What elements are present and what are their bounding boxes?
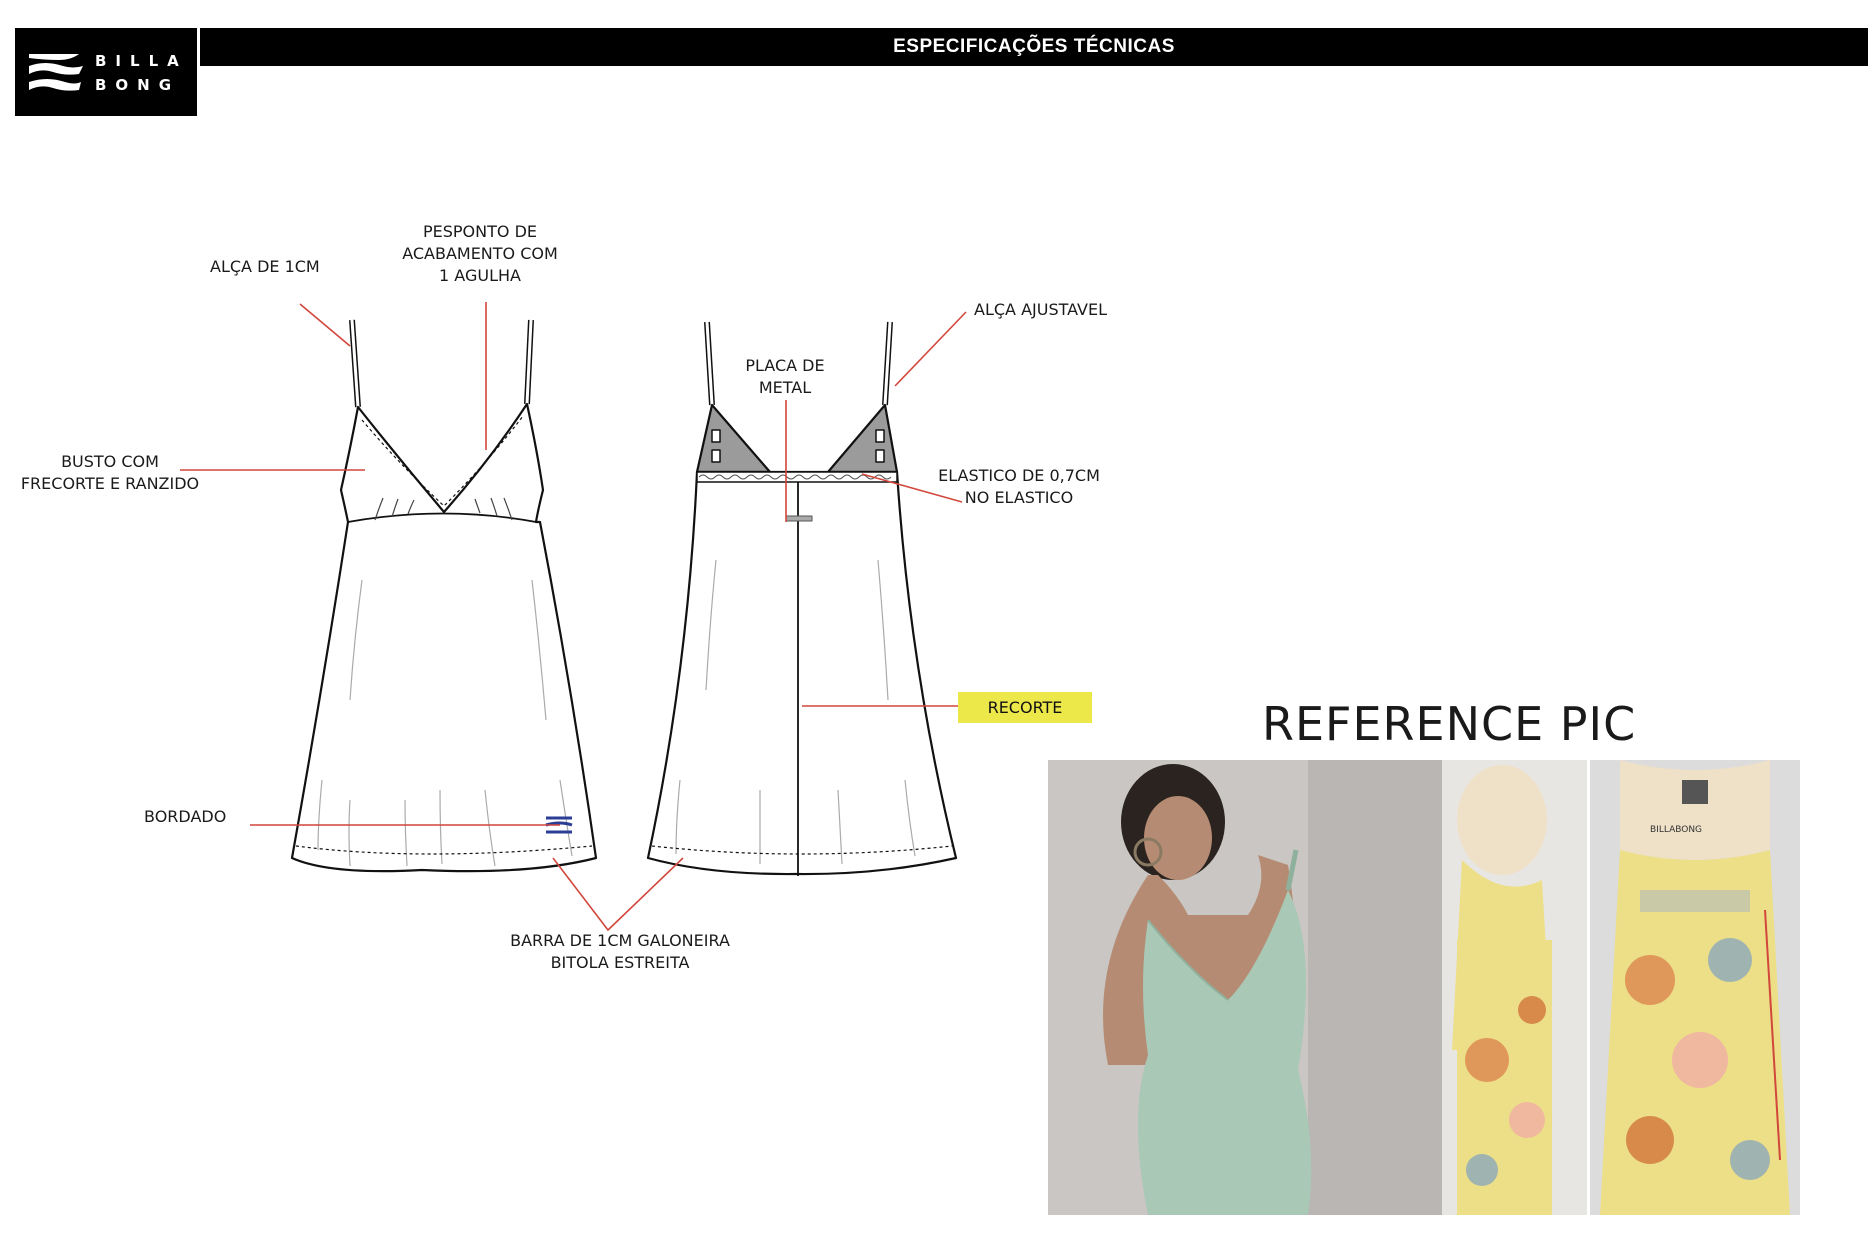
label-barra-line-1: BARRA DE 1CM GALONEIRA [510, 931, 730, 950]
reference-photo-mannequin-side [1442, 760, 1587, 1215]
label-busto-line-2: FRECORTE E RANZIDO [20, 474, 200, 493]
label-elastico-line-2: NO ELASTICO [964, 488, 1074, 507]
label-placa-line-2: METAL [758, 378, 812, 397]
mannequin-brand-print: BILLABONG [1650, 825, 1702, 835]
label-placa-line-1: PLACA DE [745, 356, 825, 375]
label-busto-line-1: BUSTO COM [61, 452, 159, 471]
label-pesponto-line-1: PESPONTO DE [422, 222, 537, 241]
reference-photo-model [1048, 760, 1442, 1215]
label-pesponto-line-2: ACABAMENTO COM [402, 244, 558, 263]
label-barra-line-2: BITOLA ESTREITA [550, 953, 690, 972]
label-elastico-line-1: ELASTICO DE 0,7CM [938, 466, 1100, 485]
label-pesponto-line-3: 1 AGULHA [439, 266, 521, 285]
reference-photo-mannequin-front: BILLABONG [1590, 760, 1800, 1215]
label-pesponto: PESPONTO DE ACABAMENTO COM 1 AGULHA [390, 221, 570, 287]
label-alca-ajustavel: ALÇA AJUSTAVEL [974, 300, 1108, 319]
label-bordado: BORDADO [144, 807, 227, 826]
label-barra: BARRA DE 1CM GALONEIRA BITOLA ESTREITA [500, 930, 740, 974]
label-recorte: RECORTE [958, 692, 1092, 723]
front-dress-sketch [290, 319, 598, 873]
reference-title: REFERENCE PIC [1262, 697, 1637, 751]
label-alca-1cm: ALÇA DE 1CM [210, 257, 320, 276]
label-placa: PLACA DE METAL [730, 355, 840, 399]
back-dress-sketch [646, 321, 958, 876]
label-elastico: ELASTICO DE 0,7CM NO ELASTICO [928, 465, 1110, 509]
label-busto: BUSTO COM FRECORTE E RANZIDO [14, 451, 206, 495]
